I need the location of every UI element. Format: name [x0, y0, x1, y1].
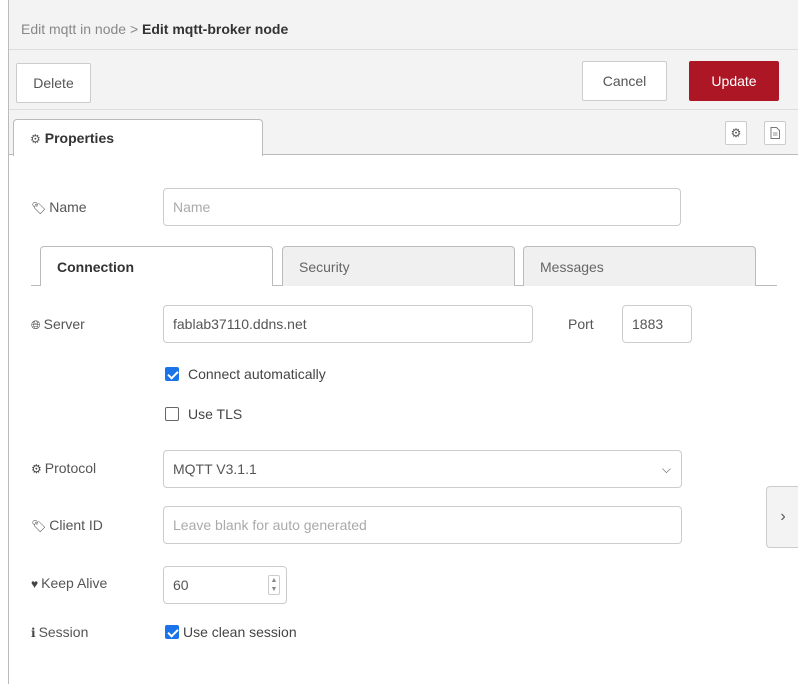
- connect-automatically-label: Connect automatically: [188, 366, 326, 382]
- tray-toolbar: Delete Cancel Update: [9, 50, 798, 110]
- heartbeat-icon: ♥: [31, 577, 39, 591]
- tag-icon: 🏷︎: [31, 201, 47, 215]
- keep-alive-input[interactable]: 60 ▲ ▼: [163, 566, 287, 604]
- tab-properties-label: Properties: [44, 130, 115, 146]
- client-id-label: 🏷︎ Client ID: [31, 517, 103, 533]
- gear-icon: ⚙: [31, 462, 42, 476]
- session-label: i Session: [31, 624, 88, 640]
- breadcrumb-separator: >: [126, 21, 143, 37]
- tag-icon: 🏷︎: [31, 519, 47, 533]
- client-id-input[interactable]: Leave blank for auto generated: [163, 506, 682, 544]
- globe-icon: 🌐︎: [31, 318, 41, 332]
- delete-button[interactable]: Delete: [16, 63, 91, 103]
- info-icon: i: [31, 626, 36, 640]
- protocol-select-value: MQTT V3.1.1: [173, 461, 257, 477]
- port-input[interactable]: 1883: [622, 305, 692, 343]
- tray-header: Edit mqtt in node > Edit mqtt-broker nod…: [9, 0, 798, 50]
- file-text-icon: [770, 127, 780, 139]
- clean-session-checkbox[interactable]: [165, 625, 179, 639]
- name-input[interactable]: Name: [163, 188, 681, 226]
- protocol-select[interactable]: MQTT V3.1.1 ⌵: [163, 450, 682, 488]
- connect-automatically-option[interactable]: Connect automatically: [165, 366, 326, 382]
- name-label-text: Name: [49, 199, 87, 215]
- update-button[interactable]: Update: [689, 61, 779, 101]
- cancel-button[interactable]: Cancel: [582, 61, 667, 101]
- protocol-label-text: Protocol: [44, 460, 97, 476]
- server-label: 🌐︎ Server: [31, 316, 85, 333]
- use-tls-checkbox[interactable]: [165, 407, 179, 421]
- clean-session-option[interactable]: Use clean session: [165, 624, 297, 640]
- connect-automatically-checkbox[interactable]: [165, 367, 179, 381]
- breadcrumb-parent[interactable]: Edit mqtt in node: [21, 21, 126, 37]
- keep-alive-spinner[interactable]: ▲ ▼: [268, 575, 280, 595]
- session-label-text: Session: [38, 624, 89, 640]
- breadcrumb: Edit mqtt in node > Edit mqtt-broker nod…: [21, 21, 288, 37]
- sidebar-toggle-button[interactable]: ›: [766, 486, 798, 548]
- chevron-right-icon: ›: [780, 508, 786, 525]
- clean-session-label: Use clean session: [183, 624, 297, 640]
- chevron-down-icon: ⌵: [661, 462, 671, 476]
- keep-alive-label: ♥ Keep Alive: [31, 575, 107, 591]
- gear-icon: ⚙: [730, 126, 742, 140]
- use-tls-option[interactable]: Use TLS: [165, 406, 242, 422]
- tab-messages[interactable]: Messages: [523, 246, 756, 286]
- client-id-label-text: Client ID: [49, 517, 103, 533]
- keep-alive-label-text: Keep Alive: [41, 575, 108, 591]
- port-label: Port: [568, 316, 594, 332]
- tab-properties[interactable]: ⚙ Properties: [13, 119, 263, 156]
- tab-connection[interactable]: Connection: [40, 246, 273, 286]
- server-input[interactable]: fablab37110.ddns.net: [163, 305, 533, 343]
- name-label: 🏷︎ Name: [31, 199, 87, 215]
- node-settings-tab-button[interactable]: ⚙: [725, 121, 747, 145]
- keep-alive-value: 60: [173, 577, 189, 593]
- protocol-label: ⚙ Protocol: [31, 460, 96, 476]
- server-label-text: Server: [43, 316, 85, 332]
- node-description-tab-button[interactable]: [764, 121, 786, 145]
- gear-icon: ⚙: [30, 132, 41, 146]
- tab-security[interactable]: Security: [282, 246, 515, 286]
- edit-tray: Edit mqtt in node > Edit mqtt-broker nod…: [8, 0, 798, 684]
- use-tls-label: Use TLS: [188, 406, 243, 422]
- breadcrumb-current: Edit mqtt-broker node: [142, 21, 289, 37]
- tab-bar: ⚙ Properties ⚙: [9, 110, 798, 156]
